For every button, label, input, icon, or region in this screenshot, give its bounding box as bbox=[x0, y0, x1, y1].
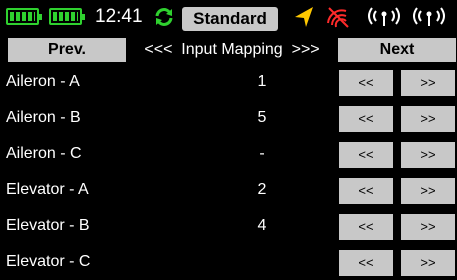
next-button[interactable]: Next bbox=[338, 38, 456, 62]
increment-button[interactable]: >> bbox=[401, 250, 455, 276]
list-item: Aileron - C - << >> bbox=[0, 136, 457, 172]
receiver-signal-icon-2 bbox=[413, 7, 445, 26]
list-item: Aileron - A 1 << >> bbox=[0, 64, 457, 100]
increment-button[interactable]: >> bbox=[401, 178, 455, 204]
list-item: Elevator - A 2 << >> bbox=[0, 172, 457, 208]
increment-button[interactable]: >> bbox=[401, 214, 455, 240]
increment-button[interactable]: >> bbox=[401, 142, 455, 168]
decrement-button[interactable]: << bbox=[339, 70, 393, 96]
receiver-battery-icon bbox=[49, 8, 85, 25]
increment-button[interactable]: >> bbox=[401, 70, 455, 96]
transmitter-battery-icon bbox=[6, 8, 42, 25]
list-item: Elevator - B 4 << >> bbox=[0, 208, 457, 244]
channel-input-value: 5 bbox=[257, 109, 267, 126]
decrement-button[interactable]: << bbox=[339, 214, 393, 240]
channel-name: Elevator - C bbox=[6, 253, 91, 270]
wifi-off-icon bbox=[327, 7, 349, 28]
channel-name: Aileron - B bbox=[6, 109, 81, 126]
gps-icon bbox=[295, 7, 313, 27]
list-item: Elevator - C << >> bbox=[0, 244, 457, 280]
channel-input-value: 4 bbox=[257, 217, 267, 234]
page-nav-bar: Prev. <<< Input Mapping >>> Next bbox=[0, 38, 457, 62]
channel-name: Elevator - B bbox=[6, 217, 90, 234]
channel-name: Aileron - A bbox=[6, 73, 80, 90]
channel-input-value: - bbox=[259, 145, 265, 162]
list-item: Aileron - B 5 << >> bbox=[0, 100, 457, 136]
model-name-badge[interactable]: Standard bbox=[182, 7, 278, 31]
decrement-button[interactable]: << bbox=[339, 106, 393, 132]
decrement-button[interactable]: << bbox=[339, 142, 393, 168]
channel-input-value: 1 bbox=[257, 73, 267, 90]
channel-name: Elevator - A bbox=[6, 181, 89, 198]
decrement-button[interactable]: << bbox=[339, 178, 393, 204]
decrement-button[interactable]: << bbox=[339, 250, 393, 276]
page-title: <<< Input Mapping >>> bbox=[144, 41, 320, 58]
prev-button[interactable]: Prev. bbox=[8, 38, 126, 62]
receiver-signal-icon-1 bbox=[368, 7, 400, 26]
channel-input-value: 2 bbox=[257, 181, 267, 198]
increment-button[interactable]: >> bbox=[401, 106, 455, 132]
status-bar: 12:41 Standard bbox=[0, 0, 457, 34]
sync-icon[interactable] bbox=[153, 6, 175, 28]
clock: 12:41 bbox=[95, 6, 143, 27]
channel-name: Aileron - C bbox=[6, 145, 82, 162]
